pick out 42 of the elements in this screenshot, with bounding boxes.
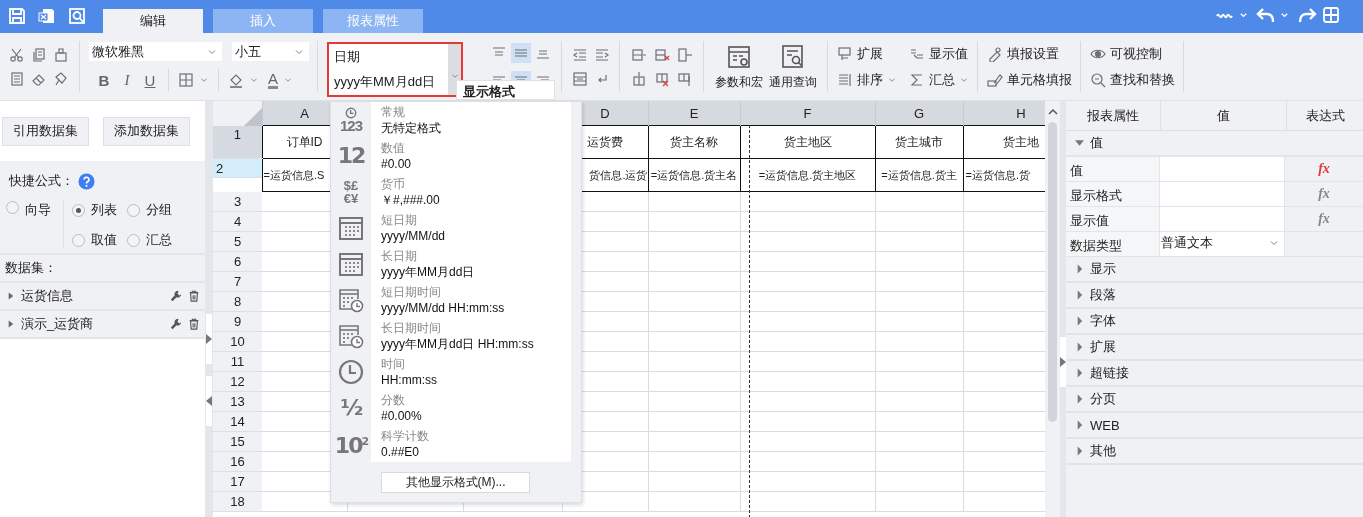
formula-label: 快捷公式： [9,172,74,190]
property-label: 值 [1066,157,1160,181]
table-cell: =运货信息.S [263,168,325,181]
table-cell: 订单ID [286,134,323,149]
radio-label: 列表 [91,201,117,219]
group-name: 字体 [1090,312,1116,330]
group-name: 显示 [1090,260,1116,278]
group-name: 分页 [1090,390,1116,408]
radio-label: 取值 [91,231,117,249]
group-name: 值 [1090,134,1103,152]
radio-label: 分组 [146,201,172,219]
table-cell: 货主地区 [783,134,832,149]
radio-label: 向导 [25,201,51,219]
group-name: 超链接 [1090,364,1129,382]
property-label: 数据类型 [1066,232,1160,256]
table-cell: =运货信息.货主 [881,168,957,181]
glyph-icon: ½ [340,393,362,423]
group-name: 扩展 [1090,338,1116,356]
dataset-name: 演示_运货商 [21,315,95,333]
column-header: 表达式 [1304,106,1346,125]
currency-icon: $£€¥ [342,179,360,205]
group-name: 段落 [1090,286,1116,304]
column-header: 报表属性 [1066,101,1161,130]
table-cell: 货主城市 [895,134,943,149]
group-name: WEB [1090,417,1120,433]
datasets-label: 数据集： [5,259,57,277]
table-cell: 货信息.运货 [589,168,647,181]
property-label: 显示值 [1066,207,1160,231]
dataset-name: 运货信息 [21,287,74,305]
glyph-icon: 10$^{2}$ [334,426,368,462]
table-cell: =运货信息.货主地区 [758,168,857,181]
table-cell: =运货信息.货主名 [650,168,738,181]
glyph-icon: 12 [337,141,365,171]
table-cell: =运货信息.货 [965,168,1030,181]
tooltip: 显示格式 [456,80,555,100]
column-header: 值 [1161,101,1287,130]
table-cell: 货主地 [1003,134,1039,149]
table-cell: 运货费 [587,134,623,149]
radio-label: 汇总 [146,231,172,249]
table-cell: 货主名称 [670,134,718,149]
property-label: 显示格式 [1066,182,1160,206]
group-name: 其他 [1090,442,1116,460]
